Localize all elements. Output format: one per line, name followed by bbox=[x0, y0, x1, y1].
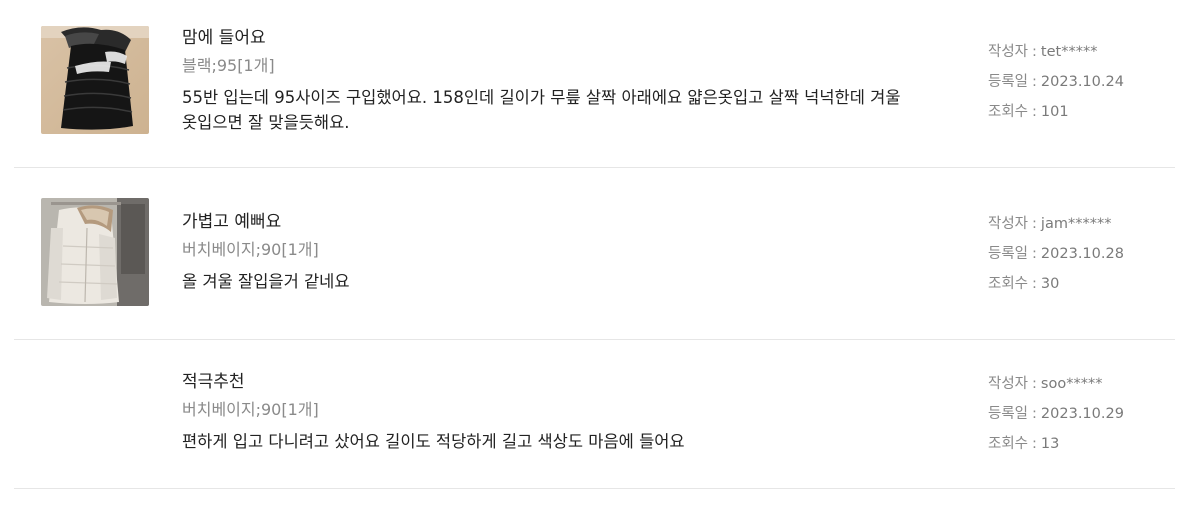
author-label: 작성자 bbox=[988, 216, 1029, 232]
views-label: 조회수 bbox=[988, 436, 1029, 452]
views-row: 조회수:30 bbox=[988, 274, 1168, 304]
review-title[interactable]: 적극추천 bbox=[182, 370, 952, 394]
meta-separator: : bbox=[1032, 216, 1037, 232]
views-value: 30 bbox=[1040, 276, 1060, 292]
review-body: 올 겨울 잘입을거 같네요 bbox=[182, 272, 350, 291]
review-body: 55반 입는데 95사이즈 구입했어요. 158인데 길이가 무릎 살짝 아래에… bbox=[182, 88, 901, 132]
review-content: 가볍고 예뻐요 버치베이지;90[1개] 올 겨울 잘입을거 같네요 bbox=[182, 210, 952, 294]
review-meta: 작성자: soo***** 등록일:2023.10.29 조회수:13 bbox=[988, 374, 1168, 464]
date-value: 2023.10.24 bbox=[1040, 74, 1124, 90]
review-list: 맘에 들어요 블랙;95[1개] 55반 입는데 95사이즈 구입했어요. 15… bbox=[0, 0, 1180, 525]
review-photo-thumbnail[interactable] bbox=[41, 26, 149, 134]
review-item[interactable]: 가볍고 예뻐요 버치베이지;90[1개] 올 겨울 잘입을거 같네요 작성자: j… bbox=[14, 168, 1175, 340]
review-option: 버치베이지;90[1개] bbox=[182, 400, 319, 419]
date-label: 등록일 bbox=[988, 74, 1029, 90]
date-row: 등록일:2023.10.28 bbox=[988, 244, 1168, 274]
views-row: 조회수:101 bbox=[988, 102, 1168, 132]
date-value: 2023.10.28 bbox=[1040, 246, 1124, 262]
review-option: 버치베이지;90[1개] bbox=[182, 240, 319, 259]
meta-separator: : bbox=[1032, 246, 1037, 262]
author-value: jam****** bbox=[1040, 216, 1112, 232]
review-content: 맘에 들어요 블랙;95[1개] 55반 입는데 95사이즈 구입했어요. 15… bbox=[182, 26, 952, 135]
meta-separator: : bbox=[1032, 276, 1037, 292]
views-value: 13 bbox=[1040, 436, 1060, 452]
author-row: 작성자: jam****** bbox=[988, 214, 1168, 244]
author-row: 작성자: soo***** bbox=[988, 374, 1168, 404]
meta-separator: : bbox=[1032, 104, 1037, 120]
review-title[interactable]: 맘에 들어요 bbox=[182, 26, 952, 50]
meta-separator: : bbox=[1032, 436, 1037, 452]
views-row: 조회수:13 bbox=[988, 434, 1168, 464]
author-label: 작성자 bbox=[988, 376, 1029, 392]
review-item[interactable]: 맘에 들어요 블랙;95[1개] 55반 입는데 95사이즈 구입했어요. 15… bbox=[14, 0, 1175, 168]
author-value: tet***** bbox=[1040, 44, 1098, 60]
review-meta: 작성자: tet***** 등록일:2023.10.24 조회수:101 bbox=[988, 42, 1168, 132]
meta-separator: : bbox=[1032, 74, 1037, 90]
date-row: 등록일:2023.10.29 bbox=[988, 404, 1168, 434]
author-row: 작성자: tet***** bbox=[988, 42, 1168, 72]
author-value: soo***** bbox=[1040, 376, 1103, 392]
date-value: 2023.10.29 bbox=[1040, 406, 1124, 422]
author-label: 작성자 bbox=[988, 44, 1029, 60]
review-body: 편하게 입고 다니려고 샀어요 길이도 적당하게 길고 색상도 마음에 들어요 bbox=[182, 432, 685, 451]
black-padded-coat-photo bbox=[41, 26, 149, 134]
meta-separator: : bbox=[1032, 376, 1037, 392]
beige-padded-coat-photo bbox=[41, 198, 149, 306]
meta-separator: : bbox=[1032, 44, 1037, 60]
review-item[interactable]: 적극추천 버치베이지;90[1개] 편하게 입고 다니려고 샀어요 길이도 적당… bbox=[14, 340, 1175, 489]
review-photo-thumbnail[interactable] bbox=[41, 198, 149, 306]
meta-separator: : bbox=[1032, 406, 1037, 422]
review-content: 적극추천 버치베이지;90[1개] 편하게 입고 다니려고 샀어요 길이도 적당… bbox=[182, 370, 952, 454]
views-label: 조회수 bbox=[988, 104, 1029, 120]
date-label: 등록일 bbox=[988, 406, 1029, 422]
review-title[interactable]: 가볍고 예뻐요 bbox=[182, 210, 952, 234]
review-meta: 작성자: jam****** 등록일:2023.10.28 조회수:30 bbox=[988, 214, 1168, 304]
date-label: 등록일 bbox=[988, 246, 1029, 262]
date-row: 등록일:2023.10.24 bbox=[988, 72, 1168, 102]
review-option: 블랙;95[1개] bbox=[182, 56, 275, 75]
views-label: 조회수 bbox=[988, 276, 1029, 292]
views-value: 101 bbox=[1040, 104, 1069, 120]
